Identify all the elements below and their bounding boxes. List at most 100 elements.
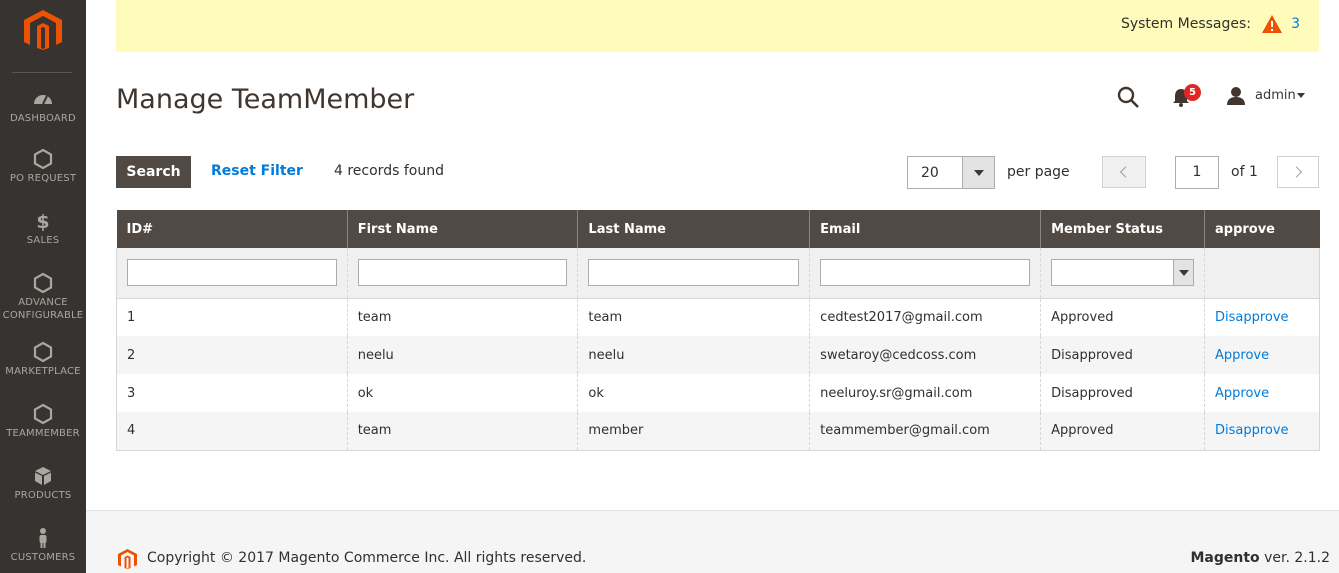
id-filter-input[interactable] <box>127 259 337 287</box>
search-icon[interactable] <box>1116 85 1140 109</box>
cell-last-name: ok <box>577 374 811 412</box>
chevron-down-icon[interactable] <box>962 157 994 188</box>
records-found-text: 4 records found <box>334 163 444 179</box>
per-page-value: 20 <box>921 165 939 181</box>
dollar-icon: $ <box>36 211 49 232</box>
chevron-right-icon <box>1290 166 1303 178</box>
sidebar-item-dashboard[interactable]: DASHBOARD <box>0 88 86 125</box>
version-text: Magento ver. 2.1.2 <box>1190 550 1330 566</box>
page-footer: Copyright © 2017 Magento Commerce Inc. A… <box>86 510 1339 573</box>
page-number-input[interactable]: 1 <box>1175 156 1219 189</box>
cell-last-name: member <box>577 412 811 450</box>
warning-icon[interactable] <box>1261 14 1283 34</box>
cell-first-name: team <box>347 298 579 336</box>
hexagon-icon <box>33 272 53 294</box>
column-header-first-name[interactable]: First Name <box>347 210 579 248</box>
teammember-grid: ID# First Name Last Name Email Member St… <box>116 210 1320 451</box>
cell-member-status: Disapproved <box>1040 336 1205 374</box>
previous-page-button[interactable] <box>1102 156 1146 188</box>
person-icon <box>39 528 47 548</box>
cell-first-name: ok <box>347 374 579 412</box>
email-filter-input[interactable] <box>820 259 1031 287</box>
sidebar-item-po-request[interactable]: PO REQUEST <box>0 148 86 185</box>
approve-link[interactable]: Approve <box>1215 348 1269 363</box>
sidebar-item-label: TEAMMEMBER <box>6 428 80 439</box>
brand-name: Magento <box>1190 550 1260 566</box>
chevron-down-icon[interactable] <box>1172 260 1193 286</box>
sidebar-item-marketplace[interactable]: MARKETPLACE <box>0 341 86 378</box>
grid-header-row: ID# First Name Last Name Email Member St… <box>116 210 1320 248</box>
reset-filter-link[interactable]: Reset Filter <box>211 163 303 179</box>
cell-id: 1 <box>116 298 348 336</box>
hexagon-icon <box>33 148 53 170</box>
column-header-approve: approve <box>1204 210 1320 248</box>
cell-first-name: neelu <box>347 336 579 374</box>
sidebar-item-label: MARKETPLACE <box>5 366 81 377</box>
cell-member-status: Approved <box>1040 412 1205 450</box>
total-pages-label: of 1 <box>1231 164 1258 180</box>
cell-email: neeluroy.sr@gmail.com <box>809 374 1042 412</box>
table-row[interactable]: 4 team member teammember@gmail.com Appro… <box>116 412 1320 450</box>
cell-email: swetaroy@cedcoss.com <box>809 336 1042 374</box>
sidebar-item-products[interactable]: PRODUCTS <box>0 465 86 502</box>
user-icon[interactable] <box>1226 86 1246 106</box>
copyright-text: Copyright © 2017 Magento Commerce Inc. A… <box>147 550 587 566</box>
cell-email: teammember@gmail.com <box>809 412 1042 450</box>
disapprove-link[interactable]: Disapprove <box>1215 423 1289 438</box>
table-row[interactable]: 3 ok ok neeluroy.sr@gmail.com Disapprove… <box>116 374 1320 412</box>
sidebar-item-teammember[interactable]: TEAMMEMBER <box>0 403 86 440</box>
cell-member-status: Disapproved <box>1040 374 1205 412</box>
cell-id: 3 <box>116 374 348 412</box>
system-messages-label: System Messages: <box>1120 16 1251 32</box>
approve-link[interactable]: Approve <box>1215 386 1269 401</box>
hexagon-icon <box>33 341 53 363</box>
next-page-button[interactable] <box>1277 156 1319 188</box>
column-header-email[interactable]: Email <box>809 210 1042 248</box>
chevron-left-icon <box>1119 166 1132 178</box>
system-messages-bar: System Messages: 3 <box>116 0 1319 52</box>
cell-last-name: neelu <box>577 336 811 374</box>
first-name-filter-input[interactable] <box>357 259 568 287</box>
table-row[interactable]: 2 neelu neelu swetaroy@cedcoss.com Disap… <box>116 336 1320 374</box>
per-page-label: per page <box>1007 164 1070 180</box>
cell-member-status: Approved <box>1040 298 1205 336</box>
cell-email: cedtest2017@gmail.com <box>809 298 1042 336</box>
version-number: ver. 2.1.2 <box>1259 550 1330 566</box>
table-row[interactable]: 1 team team cedtest2017@gmail.com Approv… <box>116 298 1320 336</box>
column-header-id[interactable]: ID# <box>116 210 348 248</box>
dashboard-icon <box>34 95 52 105</box>
page-title: Manage TeamMember <box>116 84 415 115</box>
sidebar-item-label: PRODUCTS <box>14 490 72 501</box>
search-button[interactable]: Search <box>116 156 191 188</box>
cell-id: 2 <box>116 336 348 374</box>
notification-count-badge[interactable]: 5 <box>1184 84 1201 101</box>
sidebar-item-label: CUSTOMERS <box>10 552 76 563</box>
sidebar-item-label: DASHBOARD <box>10 113 76 124</box>
magento-logo-icon[interactable] <box>24 10 62 50</box>
disapprove-link[interactable]: Disapprove <box>1215 310 1289 325</box>
sidebar-item-label: PO REQUEST <box>9 173 77 184</box>
cell-last-name: team <box>577 298 811 336</box>
sidebar-item-customers[interactable]: CUSTOMERS <box>0 527 86 564</box>
last-name-filter-input[interactable] <box>588 259 800 287</box>
admin-user-menu[interactable]: admin <box>1255 88 1296 103</box>
admin-sidebar: DASHBOARD PO REQUEST $ SALES ADVANCE CON… <box>0 0 86 573</box>
cell-id: 4 <box>116 412 348 450</box>
hexagon-icon <box>33 403 53 425</box>
sidebar-item-label: ADVANCE CONFIGURABLE <box>2 297 84 321</box>
per-page-select[interactable]: 20 <box>907 156 995 189</box>
sidebar-item-label: SALES <box>26 235 60 246</box>
cell-first-name: team <box>347 412 579 450</box>
sidebar-divider <box>12 72 72 73</box>
column-header-member-status[interactable]: Member Status <box>1040 210 1205 248</box>
filter-row <box>116 248 1320 299</box>
chevron-down-icon[interactable] <box>1297 93 1305 98</box>
member-status-filter-select[interactable] <box>1051 259 1194 287</box>
magento-logo-icon <box>118 549 137 569</box>
svg-text:$: $ <box>36 211 49 232</box>
system-messages-count[interactable]: 3 <box>1291 16 1300 32</box>
sidebar-item-advance-configurable[interactable]: ADVANCE CONFIGURABLE <box>0 272 86 322</box>
sidebar-item-sales[interactable]: $ SALES <box>0 210 86 247</box>
box-icon <box>35 467 51 485</box>
column-header-last-name[interactable]: Last Name <box>577 210 811 248</box>
